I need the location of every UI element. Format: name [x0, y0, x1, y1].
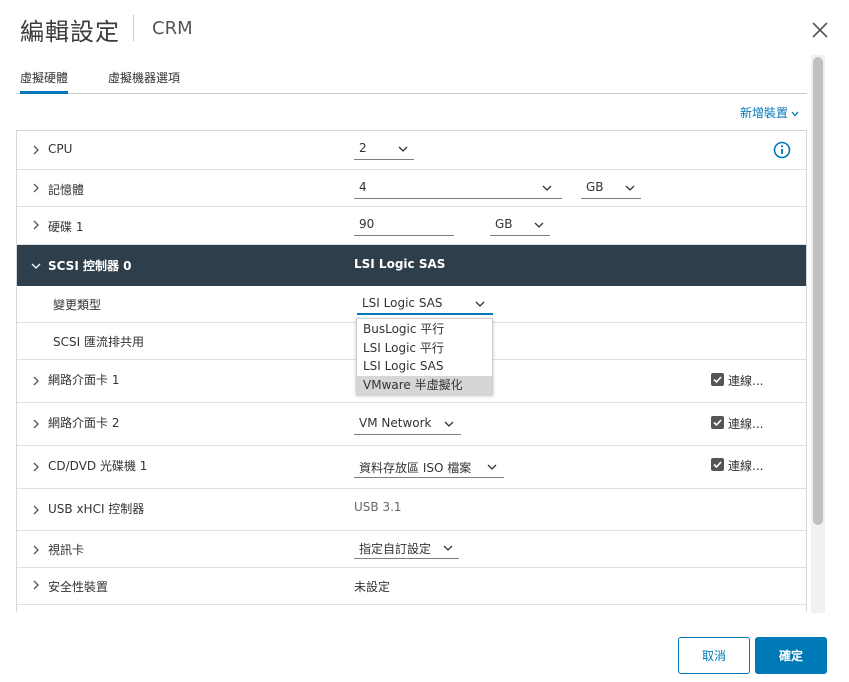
scsi-type-option-buslogic[interactable]: BusLogic 平行 [357, 320, 492, 339]
chevron-right-icon[interactable] [31, 462, 41, 472]
cddvd-media-select[interactable]: 資料存放區 ISO 檔案 [354, 456, 504, 478]
info-icon[interactable] [773, 141, 791, 159]
chevron-right-icon[interactable] [31, 220, 41, 230]
checkbox-checked-icon [711, 416, 724, 429]
chevron-right-icon[interactable] [31, 183, 41, 193]
cpu-select[interactable]: 2 [354, 138, 414, 160]
chevron-right-icon[interactable] [31, 545, 41, 555]
chevron-right-icon[interactable] [31, 419, 41, 429]
dialog-title: 編輯設定 [20, 18, 120, 46]
chevron-down-icon [791, 111, 799, 116]
memory-value: 4 [359, 180, 367, 194]
nic1-connect-label: 連線... [728, 374, 764, 388]
add-device-button[interactable]: 新增裝置 [740, 104, 799, 121]
cddvd-connect-label: 連線... [728, 459, 764, 473]
chevron-down-icon [475, 301, 485, 307]
chevron-down-icon [487, 464, 497, 470]
disk-unit: GB [495, 217, 513, 231]
disk-size-input[interactable]: 90 [354, 214, 454, 236]
cddvd-connect-checkbox[interactable]: 連線... [711, 457, 781, 473]
cddvd-media-value: 資料存放區 ISO 檔案 [359, 461, 472, 475]
row-cd-dvd-drive-1: CD/DVD 光碟機 1 資料存放區 ISO 檔案 連線... [17, 446, 806, 489]
chevron-right-icon[interactable] [31, 145, 41, 155]
chevron-down-icon [398, 146, 408, 152]
tab-virtual-hardware[interactable]: 虛擬硬體 [20, 69, 69, 94]
video-settings-value: 指定自訂設定 [359, 542, 432, 556]
scsi-type-dropdown: BusLogic 平行 LSI Logic 平行 LSI Logic SAS V… [356, 318, 493, 395]
nic2-connect-checkbox[interactable]: 連線... [711, 415, 781, 431]
disk-unit-select[interactable]: GB [490, 214, 550, 236]
chevron-down-icon [625, 185, 635, 191]
tab-bar: 虛擬硬體 虛擬機器選項 [16, 62, 807, 94]
video-label: 視訊卡 [48, 543, 85, 557]
chevron-right-icon[interactable] [31, 505, 41, 515]
scsi-label: SCSI 控制器 0 [48, 259, 132, 273]
scrollbar[interactable] [811, 55, 825, 613]
scrollbar-thumb[interactable] [813, 57, 823, 525]
usb-label: USB xHCI 控制器 [48, 502, 145, 516]
nic2-connect-label: 連線... [728, 417, 764, 431]
title-divider [133, 15, 134, 41]
nic1-label: 網路介面卡 1 [48, 373, 120, 387]
nic2-network-value: VM Network [359, 416, 432, 430]
row-network-adapter-2: 網路介面卡 2 VM Network 連線... [17, 403, 806, 446]
ok-button[interactable]: 確定 [755, 637, 827, 674]
scsi-type-option-lsi-sas[interactable]: LSI Logic SAS [357, 357, 492, 376]
security-label: 安全性裝置 [48, 580, 109, 594]
video-settings-select[interactable]: 指定自訂設定 [354, 537, 459, 559]
usb-value: USB 3.1 [354, 500, 402, 514]
scsi-type-option-pvscsi[interactable]: VMware 半虛擬化 [357, 375, 492, 394]
nic1-connect-checkbox[interactable]: 連線... [711, 372, 781, 388]
disk-size-value: 90 [359, 217, 375, 231]
close-icon [812, 22, 828, 38]
cddvd-label: CD/DVD 光碟機 1 [48, 459, 148, 473]
chevron-right-icon[interactable] [31, 376, 41, 386]
close-button[interactable] [808, 18, 832, 42]
row-usb-controller: USB xHCI 控制器 USB 3.1 [17, 489, 806, 531]
row-cpu: CPU 2 [17, 131, 806, 170]
chevron-right-icon[interactable] [31, 580, 41, 590]
chevron-down-icon [542, 185, 552, 191]
memory-unit-select[interactable]: GB [581, 177, 641, 199]
scsi-value: LSI Logic SAS [354, 257, 446, 271]
memory-input[interactable]: 4 [354, 177, 562, 199]
nic2-label: 網路介面卡 2 [48, 416, 120, 430]
bus-sharing-label: SCSI 匯流排共用 [53, 335, 144, 349]
scsi-type-select[interactable]: LSI Logic SAS [357, 293, 493, 315]
memory-label: 記憶體 [48, 183, 85, 197]
cancel-button[interactable]: 取消 [678, 637, 750, 674]
cpu-label: CPU [48, 142, 73, 156]
row-scsi-controller-0[interactable]: SCSI 控制器 0 LSI Logic SAS [17, 245, 806, 286]
chevron-down-icon[interactable] [31, 261, 41, 271]
row-security-devices: 安全性裝置 未設定 [17, 568, 806, 605]
row-hard-disk-1: 硬碟 1 90 GB [17, 207, 806, 245]
scsi-type-value: LSI Logic SAS [362, 296, 443, 310]
chevron-down-icon [443, 545, 453, 551]
chevron-down-icon [444, 421, 454, 427]
add-device-label: 新增裝置 [740, 106, 789, 120]
chevron-down-icon [534, 222, 544, 228]
change-type-label: 變更類型 [53, 298, 102, 312]
memory-unit: GB [586, 180, 604, 194]
security-value: 未設定 [354, 580, 391, 594]
vm-name: CRM [152, 18, 193, 39]
nic2-network-select[interactable]: VM Network [354, 413, 461, 435]
row-memory: 記憶體 4 GB [17, 170, 806, 207]
checkbox-checked-icon [711, 458, 724, 471]
cpu-value: 2 [359, 141, 367, 155]
scsi-type-option-lsi-parallel[interactable]: LSI Logic 平行 [357, 339, 492, 358]
row-video-card: 視訊卡 指定自訂設定 [17, 531, 806, 568]
checkbox-checked-icon [711, 373, 724, 386]
tab-vm-options[interactable]: 虛擬機器選項 [108, 69, 180, 94]
disk-label: 硬碟 1 [48, 220, 84, 234]
